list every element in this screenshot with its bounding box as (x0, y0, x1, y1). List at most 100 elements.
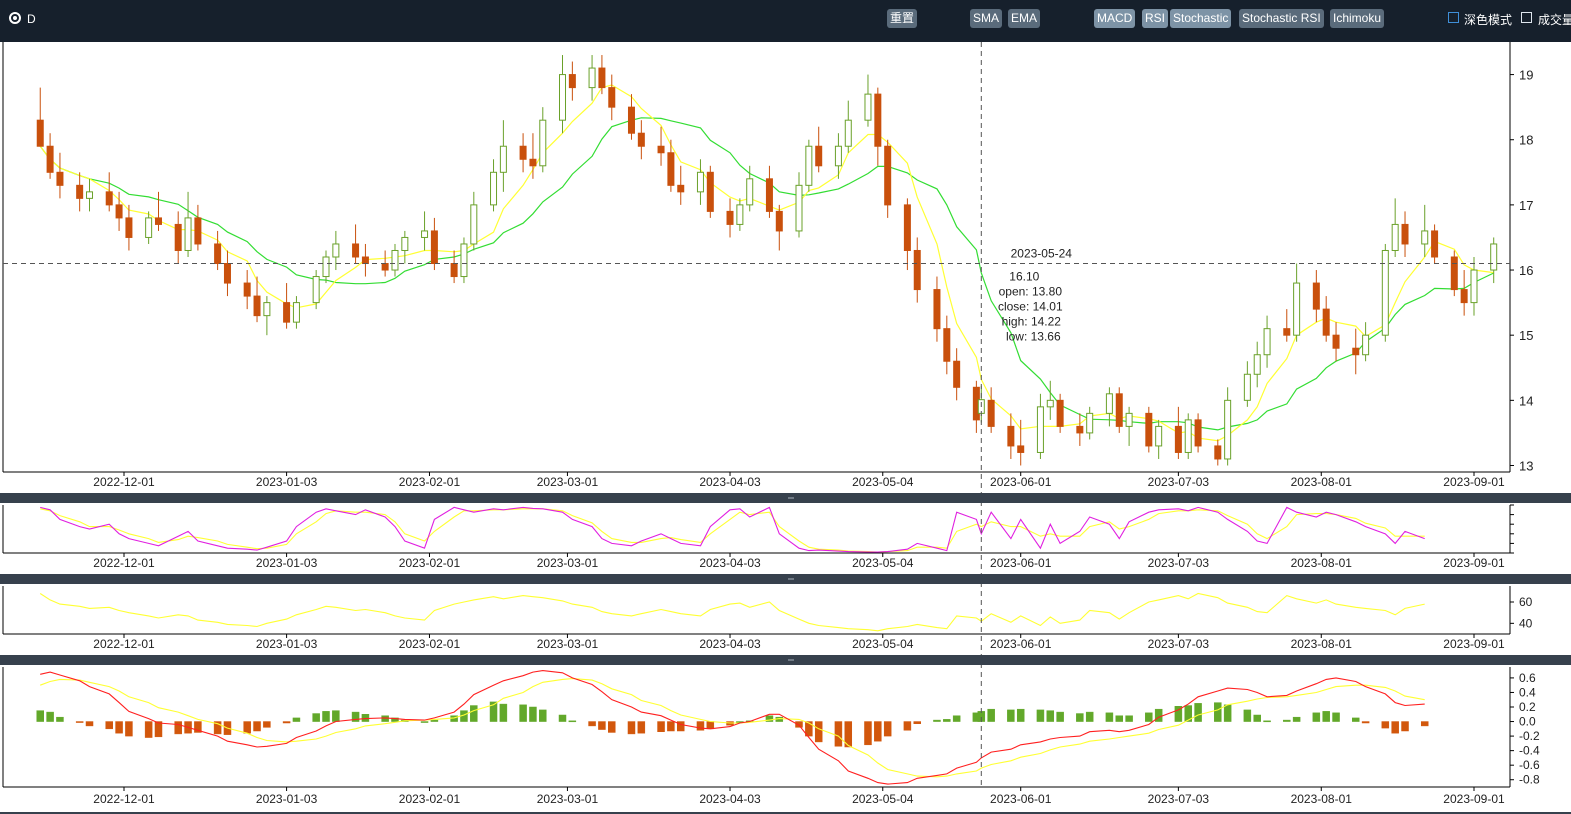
y-tick-label: -0.8 (1519, 773, 1540, 787)
macd-button[interactable]: MACD (1094, 9, 1136, 28)
macd-histogram-bar (381, 715, 389, 722)
macd-histogram-bar (883, 721, 892, 737)
candle-body (1293, 282, 1301, 336)
candle-body (283, 302, 291, 323)
price-panel[interactable]: 2022-12-01 2023-01-03 2023-02-01 2023-03-01… (2, 42, 1533, 489)
macd-histogram-bar (332, 710, 340, 722)
macd-histogram-bar (1046, 710, 1055, 722)
candle-body (1283, 328, 1291, 336)
macd-histogram-bar (1263, 720, 1271, 723)
macd-histogram-bar (430, 719, 439, 722)
x-tick-label: 2023-06-01 (990, 792, 1052, 806)
macd-histogram-bar (1085, 711, 1094, 722)
candle-body (391, 249, 399, 271)
x-tick-label: 2023-07-03 (1148, 475, 1210, 489)
macd-histogram-bar (1381, 721, 1390, 729)
chart-area[interactable]: 2022-12-01 2023-01-03 2023-02-01 2023-03-01… (0, 42, 1571, 814)
rsi-panel[interactable]: 2022-12-01 2023-01-03 2023-02-01 2023-03-01… (2, 586, 1533, 651)
candle-body (864, 93, 872, 121)
candle-body (1470, 269, 1478, 304)
y-tick-label: 15 (1519, 328, 1533, 343)
y-tick-label: 16 (1519, 263, 1533, 278)
x-tick-label: 2023-07-03 (1148, 637, 1210, 651)
candle-body (608, 87, 616, 108)
crosshair-price: 16.10 (1009, 270, 1039, 284)
macd-histogram-bar (1401, 721, 1409, 732)
candle-body (1214, 445, 1222, 460)
candle-body (874, 93, 882, 147)
x-tick-label: 2023-04-03 (699, 556, 761, 570)
period-radio[interactable] (9, 12, 21, 24)
dark-mode-checkbox[interactable] (1448, 12, 1459, 23)
sma-button[interactable]: SMA (970, 9, 1003, 28)
macd-panel[interactable]: 2022-12-01 2023-01-03 2023-02-01 2023-03-01… (2, 667, 1540, 806)
stochastic-panel[interactable]: 2022-12-01 2023-01-03 2023-02-01 2023-03-01… (2, 504, 1514, 570)
candle-body (1184, 419, 1192, 453)
candle-body (184, 217, 192, 251)
macd-histogram-bar (608, 721, 616, 733)
macd-histogram-bar (539, 709, 547, 722)
candle-body (1145, 412, 1153, 447)
x-tick-label: 2022-12-01 (93, 556, 155, 570)
macd-histogram-bar (1283, 719, 1291, 722)
candle-body (539, 119, 547, 167)
macd-histogram-bar (470, 705, 478, 722)
candle-body (322, 256, 330, 278)
stochastic-button[interactable]: Stochastic (1170, 9, 1232, 28)
x-tick-label: 2023-07-03 (1148, 556, 1210, 570)
x-tick-label: 2022-12-01 (93, 637, 155, 651)
macd-histogram-bar (913, 721, 921, 724)
stoch-d-line (40, 508, 1425, 553)
macd-histogram-bar (1312, 712, 1321, 722)
candle-body (706, 171, 714, 212)
macd-histogram-bar (1361, 721, 1370, 724)
macd-histogram-bar (1125, 715, 1133, 722)
candle-body (805, 145, 813, 186)
macd-histogram-bar (519, 704, 527, 722)
candle-body (1490, 243, 1498, 271)
candle-body (795, 184, 803, 232)
macd-histogram-bar (1145, 712, 1153, 722)
candle-body (598, 67, 606, 89)
macd-histogram-bar (1253, 714, 1261, 722)
macd-histogram-bar (1391, 721, 1399, 734)
macd-histogram-bar (834, 721, 843, 747)
crosshair-date: 2023-05-24 (1011, 247, 1073, 261)
macd-histogram-bar (292, 717, 301, 722)
macd-histogram-bar (598, 721, 606, 730)
candle-body (953, 360, 961, 388)
x-tick-label: 2023-03-01 (537, 637, 599, 651)
x-tick-label: 2023-09-01 (1443, 792, 1505, 806)
candle-body (154, 217, 162, 225)
candle-body (1243, 373, 1251, 401)
candle-body (1115, 393, 1123, 427)
macd-histogram-bar (499, 703, 508, 722)
candle-body (1174, 425, 1182, 453)
macd-histogram-bar (75, 721, 84, 723)
macd-histogram-bar (56, 716, 64, 722)
macd-histogram-bar (174, 721, 182, 735)
candle-body (460, 243, 468, 278)
candle-body (765, 178, 773, 212)
ichimoku-button[interactable]: Ichimoku (1330, 9, 1385, 28)
x-tick-label: 2023-02-01 (399, 637, 461, 651)
macd-histogram-bar (814, 721, 823, 743)
volume-checkbox[interactable] (1521, 12, 1532, 23)
macd-histogram-bar (558, 714, 567, 722)
crosshair-low: low: 13.66 (1006, 330, 1061, 344)
candle-body (1253, 354, 1261, 375)
macd-histogram-bar (1292, 716, 1301, 722)
candle-body (519, 145, 527, 160)
macd-histogram-bar (568, 720, 577, 723)
macd-histogram-bar (144, 721, 153, 738)
macd-histogram-bar (282, 721, 291, 724)
ema-button[interactable]: EMA (1008, 9, 1041, 28)
stochastic-rsi-button[interactable]: Stochastic RSI (1239, 9, 1324, 28)
candle-body (105, 191, 113, 206)
rsi-button[interactable]: RSI (1142, 9, 1169, 28)
reset-button[interactable]: 重置 (887, 9, 918, 28)
separator-grip (788, 659, 794, 661)
toolbar: D 重置 SMA EMA MACD RSI Stochastic Stochas… (0, 0, 1571, 42)
crosshair-high: high: 14.22 (1002, 315, 1062, 329)
panel-separator (0, 574, 1571, 584)
